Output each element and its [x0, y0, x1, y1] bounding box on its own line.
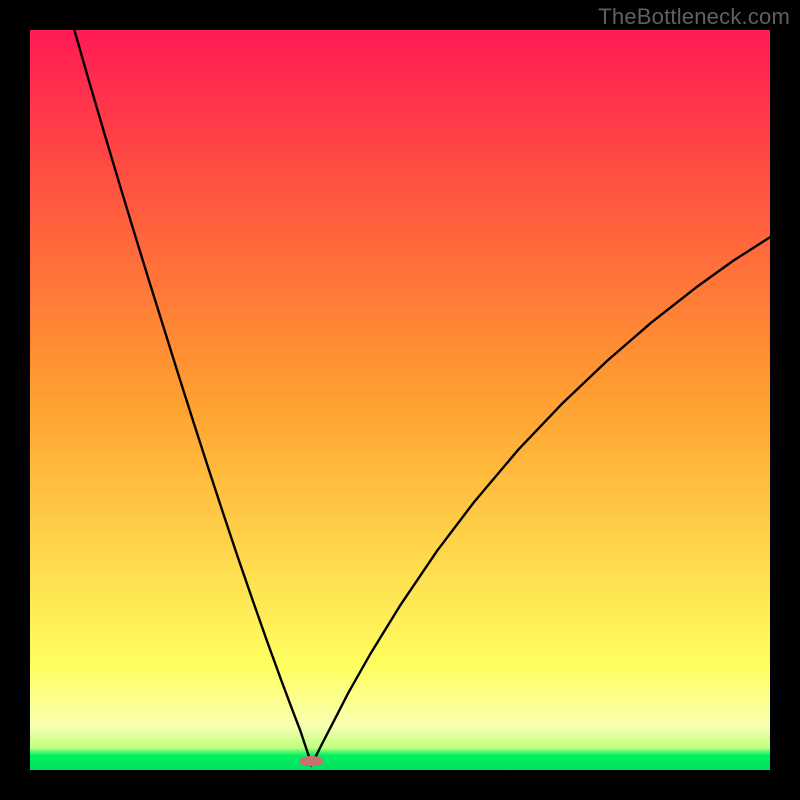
watermark-text: TheBottleneck.com [598, 4, 790, 30]
plot-area [30, 30, 770, 770]
chart-frame: TheBottleneck.com [0, 0, 800, 800]
optimal-marker [299, 756, 323, 766]
gradient-background [30, 30, 770, 770]
bottleneck-chart [30, 30, 770, 770]
